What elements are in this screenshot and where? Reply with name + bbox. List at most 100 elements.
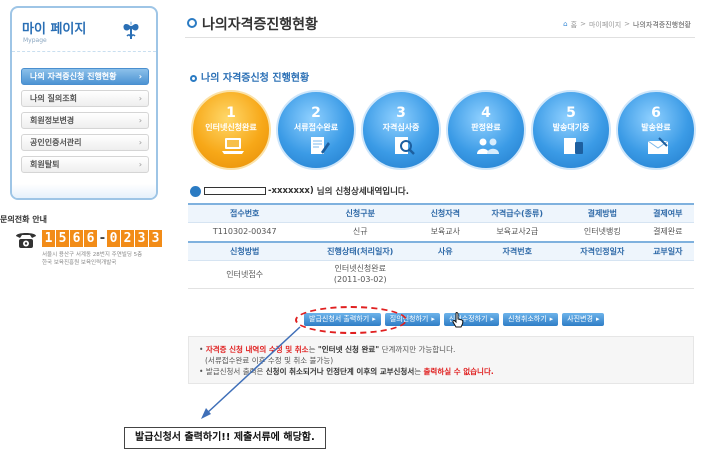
- sidebar-item-inquiries[interactable]: 나의 질의조회 ›: [21, 90, 149, 107]
- phone-digit: 6: [70, 230, 83, 247]
- sidebar-item-application-status[interactable]: 나의 자격증신청 진행현황 ›: [21, 68, 149, 85]
- arrow-right-icon: ▸: [490, 315, 495, 323]
- contact-phone-number: 1 5 6 6 - 0 2 3 3: [42, 230, 163, 247]
- sidebar-item-edit-member-info[interactable]: 회원정보변경 ›: [21, 112, 149, 129]
- step-number: 6: [651, 105, 661, 121]
- table-cell: 결제완료: [641, 222, 694, 243]
- people-icon: [477, 138, 499, 154]
- table-header-row: 접수번호 신청구분 신청자격 자격급수(종류) 결제방법 결제여부: [188, 203, 694, 223]
- phone-digit: 2: [121, 230, 134, 247]
- column-header: 자격번호: [471, 241, 564, 261]
- status-date: (2011-03-02): [333, 275, 387, 284]
- step-number: 1: [226, 105, 236, 121]
- step-label: 발송완료: [641, 123, 671, 132]
- applicant-bullet-icon: [190, 185, 201, 197]
- phone-digit: 3: [149, 230, 162, 247]
- breadcrumb-home[interactable]: 홈: [571, 20, 577, 30]
- applicant-masked-id: -xxxxxxx): [268, 186, 314, 196]
- redacted-name: [204, 187, 266, 195]
- phone-digit: 3: [135, 230, 148, 247]
- document-pen-icon: [311, 137, 330, 154]
- notice-highlight: 자격증 신청 내역의 수정 및 취소: [205, 345, 309, 354]
- hand-cursor-icon: [452, 312, 464, 328]
- arrow-right-icon: ▸: [431, 315, 435, 323]
- table-cell: 보육교사: [419, 222, 472, 243]
- notice-text: 발급신청서 출력은: [205, 367, 266, 376]
- applicant-suffix: 님의 신청상세내역입니다.: [316, 187, 409, 197]
- section-bullet-icon: [190, 74, 197, 82]
- table-cell: [563, 260, 642, 289]
- column-header: 신청방법: [188, 241, 302, 261]
- home-icon[interactable]: ⌂: [563, 20, 567, 30]
- section-title: 나의 자격증신청 진행현황: [190, 69, 309, 84]
- mypage-sidebar: 마이 페이지 Mypage 나의 자격증신청 진행현황 › 나의 질의조회 › …: [10, 6, 158, 200]
- cancel-application-button[interactable]: 신청취소하기 ▸: [503, 313, 559, 326]
- button-label: 신청취소하기: [508, 315, 547, 323]
- phone-dash: -: [99, 231, 106, 246]
- column-header: 결제여부: [641, 203, 694, 223]
- table-cell: [641, 260, 694, 289]
- table-row: T110302-00347 신규 보육교사 보육교사2급 인터넷뱅킹 결제완료: [188, 222, 694, 243]
- page-header: 나의자격증진행현황 ⌂ 홈 > 마이페이지 > 나의자격증진행현황: [185, 6, 695, 38]
- notice-line: • 발급신청서 출력은 신청이 취소되거나 인정단계 이후의 교부신청서는 출력…: [199, 367, 494, 376]
- table-cell: [471, 260, 564, 289]
- arrow-right-icon: ▸: [549, 315, 554, 323]
- table-cell: 인터넷뱅킹: [563, 222, 642, 243]
- notice-highlight: 출력하실 수 없습니다.: [423, 367, 494, 376]
- sidebar-item-withdraw[interactable]: 회원탈퇴 ›: [21, 156, 149, 173]
- step-awaiting-shipment: 5 발송대기중: [531, 90, 611, 170]
- step-internet-application: 1 인터넷신청완료: [191, 90, 271, 170]
- annotation-label: 발급신청서 출력하기!! 제출서류에 해당함.: [124, 427, 326, 449]
- notice-line: • 자격증 신청 내역의 수정 및 취소는 "인터넷 신청 완료" 단계까지만 …: [199, 345, 456, 354]
- chevron-right-icon: ›: [138, 160, 142, 169]
- column-header: 자격인정일자: [563, 241, 642, 261]
- sidebar-subtitle: Mypage: [23, 37, 47, 44]
- column-header: 사유: [419, 241, 472, 261]
- arrow-right-icon: ▸: [595, 315, 600, 323]
- sidebar-title: 마이 페이지: [22, 22, 87, 37]
- applicant-line: -xxxxxxx) 님의 신청상세내역입니다.: [190, 185, 409, 197]
- table-cell: T110302-00347: [188, 222, 302, 243]
- magnifier-document-icon: [395, 137, 415, 155]
- step-documents-received: 2 서류접수완료: [276, 90, 356, 170]
- sidebar-item-label: 나의 자격증신청 진행현황: [30, 72, 117, 81]
- column-header: 신청자격: [419, 203, 472, 223]
- chevron-right-icon: ›: [138, 72, 142, 81]
- notice-box: • 자격증 신청 내역의 수정 및 취소는 "인터넷 신청 완료" 단계까지만 …: [188, 336, 694, 384]
- change-photo-button[interactable]: 사진변경 ▸: [562, 313, 605, 326]
- breadcrumb: ⌂ 홈 > 마이페이지 > 나의자격증진행현황: [563, 20, 691, 30]
- chevron-right-icon: ›: [138, 116, 142, 125]
- notice-bold: 신청이 취소되거나 인정단계 이후의 교부신청서: [265, 367, 415, 376]
- step-number: 5: [566, 105, 576, 121]
- table-cell: [419, 260, 472, 289]
- sidebar-menu: 나의 자격증신청 진행현황 › 나의 질의조회 › 회원정보변경 › 공인인증서…: [21, 68, 149, 178]
- sidebar-item-label: 공인인증서관리: [30, 138, 82, 147]
- phone-digit: 5: [56, 230, 69, 247]
- table-header-row: 신청방법 진행상태(처리일자) 사유 자격번호 자격인정일자 교부일자: [188, 241, 694, 261]
- application-detail-table: 접수번호 신청구분 신청자격 자격급수(종류) 결제방법 결제여부 T11030…: [188, 203, 694, 289]
- step-qualification-review: 3 자격심사중: [361, 90, 441, 170]
- table-cell-status: 인터넷신청완료 (2011-03-02): [301, 260, 420, 289]
- column-header: 결제방법: [563, 203, 642, 223]
- highlight-ellipse: [295, 306, 407, 334]
- phone-digit: 6: [84, 230, 97, 247]
- step-number: 4: [481, 105, 491, 121]
- table-cell: 보육교사2급: [471, 222, 564, 243]
- page-title: 나의자격증진행현황: [202, 17, 318, 33]
- breadcrumb-separator: >: [580, 20, 586, 28]
- step-judgement-complete: 4 판정완료: [446, 90, 526, 170]
- breadcrumb-separator: >: [624, 20, 631, 28]
- column-header: 접수번호: [188, 203, 302, 223]
- sidebar-footer: [12, 184, 156, 198]
- sidebar-item-certificate-management[interactable]: 공인인증서관리 ›: [21, 134, 149, 151]
- step-label: 서류접수완료: [293, 123, 339, 132]
- laptop-icon: [222, 138, 244, 154]
- step-number: 2: [311, 105, 321, 121]
- title-bullet-icon: [187, 18, 197, 28]
- section-title-text: 나의 자격증신청 진행현황: [201, 73, 310, 84]
- breadcrumb-mypage[interactable]: 마이페이지: [589, 20, 621, 30]
- chevron-right-icon: ›: [138, 94, 142, 103]
- flower-icon: [123, 21, 139, 40]
- column-header: 자격급수(종류): [471, 203, 564, 223]
- notice-bold: "인터넷 신청 완료": [317, 345, 380, 354]
